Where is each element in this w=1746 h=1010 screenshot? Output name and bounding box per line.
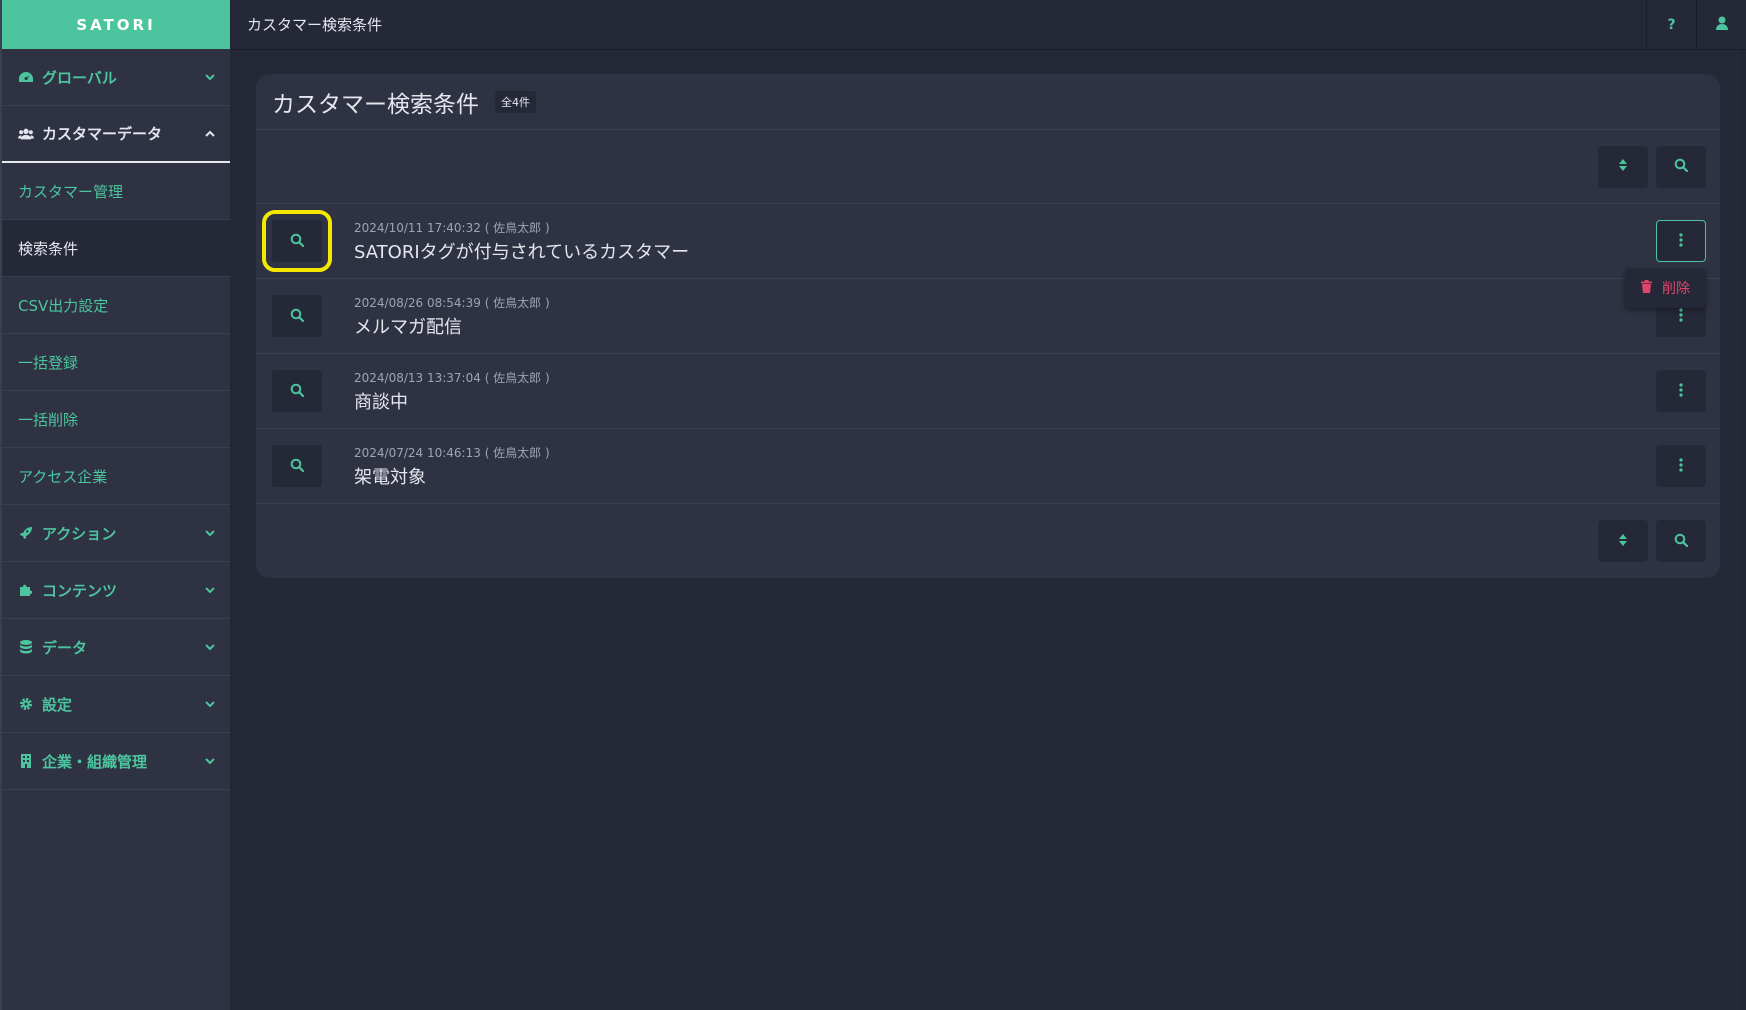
sidebar-group-global[interactable]: グローバル [2,49,230,106]
sidebar: SATORI グローバル カスタマーデータ カスタマー管理 検索条件 CSV出力… [0,0,231,1010]
table-row: 2024/07/24 10:46:13 ( 佐鳥太郎 ) 架電対象 [256,429,1720,504]
top-toolbar [256,130,1720,204]
search-button[interactable] [1656,145,1706,188]
row-meta: 2024/10/11 17:40:32 ( 佐鳥太郎 ) [354,220,550,235]
sidebar-group-settings[interactable]: 設定 [2,676,230,733]
row-text: 2024/07/24 10:46:13 ( 佐鳥太郎 ) 架電対象 [354,444,1720,489]
search-icon [1674,532,1689,551]
sidebar-item-label: 一括登録 [18,353,79,372]
row-dropdown-delete[interactable]: 削除 [1625,268,1706,308]
row-menu-button[interactable] [1656,220,1706,262]
row-name[interactable]: SATORIタグが付与されているカスタマー [354,238,1720,264]
sidebar-group-label: 設定 [42,695,73,714]
row-meta: 2024/08/13 13:37:04 ( 佐鳥太郎 ) [354,370,550,385]
sidebar-group-data[interactable]: データ [2,619,230,676]
user-icon [1715,16,1728,34]
trash-icon [1641,279,1652,297]
page-title: カスタマー検索条件 [272,91,479,118]
row-name[interactable]: 架電対象 [354,463,1720,489]
scrollbar[interactable] [1740,50,1746,1010]
chevron-down-icon [204,584,216,596]
sort-icon [1618,532,1628,551]
search-conditions-card: カスタマー検索条件 全4件 2024/10/11 17:40:32 (佐鳥太郎… [256,74,1720,578]
sidebar-item-label: カスタマー管理 [18,182,124,201]
rocket-icon [18,525,34,541]
search-icon [1674,157,1689,176]
database-icon [18,639,34,655]
row-search-button[interactable] [272,445,322,487]
sidebar-item-label: CSV出力設定 [18,296,109,315]
sidebar-group-contents[interactable]: コンテンツ [2,562,230,619]
bottom-toolbar [256,504,1720,578]
sidebar-group-organization[interactable]: 企業・組織管理 [2,733,230,790]
sidebar-group-label: アクション [42,524,117,543]
sidebar-group-label: コンテンツ [42,581,118,600]
row-text: 2024/08/13 13:37:04 ( 佐鳥太郎 ) 商談中 [354,369,1720,414]
search-icon [290,307,305,326]
chevron-up-icon [204,128,216,140]
sort-button[interactable] [1598,520,1648,562]
table-row: 2024/10/11 17:40:32 ( 佐鳥太郎 ) SATORIタグが付与… [256,204,1720,308]
table-row: 2024/08/26 08:54:39 ( 佐鳥太郎 ) メルマガ配信 [256,279,1720,354]
chevron-down-icon [204,755,216,767]
sidebar-item-bulk-register[interactable]: 一括登録 [2,334,230,391]
row-text: 2024/10/11 17:40:32 ( 佐鳥太郎 ) SATORIタグが付与… [354,219,1720,264]
search-button[interactable] [1656,520,1706,562]
search-icon [290,457,305,476]
gear-icon [18,696,34,712]
card-header: カスタマー検索条件 全4件 [256,74,1720,130]
help-icon: ? [1667,16,1676,33]
search-icon [290,232,305,251]
count-badge: 全4件 [495,90,536,113]
row-meta: 2024/08/26 08:54:39 ( 佐鳥太郎 ) [354,295,550,310]
building-icon [18,753,34,769]
row-meta: 2024/07/24 10:46:13 ( 佐鳥太郎 ) [354,445,550,460]
help-button[interactable]: ? [1646,0,1696,50]
row-search-button[interactable] [272,295,322,337]
header-title: カスタマー検索条件 [247,16,383,34]
users-icon [18,126,34,142]
dashboard-icon [18,69,34,85]
sidebar-item-access-companies[interactable]: アクセス企業 [2,448,230,505]
brand-logo[interactable]: SATORI [2,0,230,49]
sort-icon [1618,157,1628,176]
delete-label: 削除 [1662,281,1690,297]
row-menu-button[interactable] [1656,370,1706,412]
row-name[interactable]: メルマガ配信 [354,313,1720,339]
sidebar-item-customer-management[interactable]: カスタマー管理 [2,163,230,220]
sidebar-group-label: グローバル [42,68,117,87]
sidebar-item-label: 一括削除 [18,410,79,429]
sidebar-group-label: データ [42,638,88,657]
sidebar-group-customer-data[interactable]: カスタマーデータ [2,106,230,163]
sidebar-item-label: アクセス企業 [18,467,108,486]
chevron-down-icon [204,698,216,710]
sidebar-item-label: 検索条件 [18,239,79,258]
sidebar-item-search-conditions[interactable]: 検索条件 [2,220,230,277]
row-search-button[interactable] [262,210,332,272]
top-header: カスタマー検索条件 ? [231,0,1746,50]
puzzle-icon [18,582,34,598]
more-vertical-icon [1679,307,1683,326]
row-name[interactable]: 商談中 [354,388,1720,414]
chevron-down-icon [204,641,216,653]
app-root: SATORI グローバル カスタマーデータ カスタマー管理 検索条件 CSV出力… [0,0,1746,1010]
chevron-down-icon [204,71,216,83]
sort-button[interactable] [1598,145,1648,188]
search-icon [290,382,305,401]
row-text: 2024/08/26 08:54:39 ( 佐鳥太郎 ) メルマガ配信 [354,294,1720,339]
sidebar-group-label: カスタマーデータ [42,125,163,143]
sidebar-group-label: 企業・組織管理 [42,752,148,771]
row-search-button[interactable] [272,370,322,412]
sidebar-item-csv-export[interactable]: CSV出力設定 [2,277,230,334]
sidebar-group-action[interactable]: アクション [2,505,230,562]
table-row: 2024/08/13 13:37:04 ( 佐鳥太郎 ) 商談中 [256,354,1720,429]
chevron-down-icon [204,527,216,539]
more-vertical-icon [1679,457,1683,476]
sidebar-item-bulk-delete[interactable]: 一括削除 [2,391,230,448]
more-vertical-icon [1679,382,1683,401]
more-vertical-icon [1679,232,1683,251]
row-menu-button[interactable] [1656,445,1706,487]
user-menu-button[interactable] [1696,0,1746,50]
